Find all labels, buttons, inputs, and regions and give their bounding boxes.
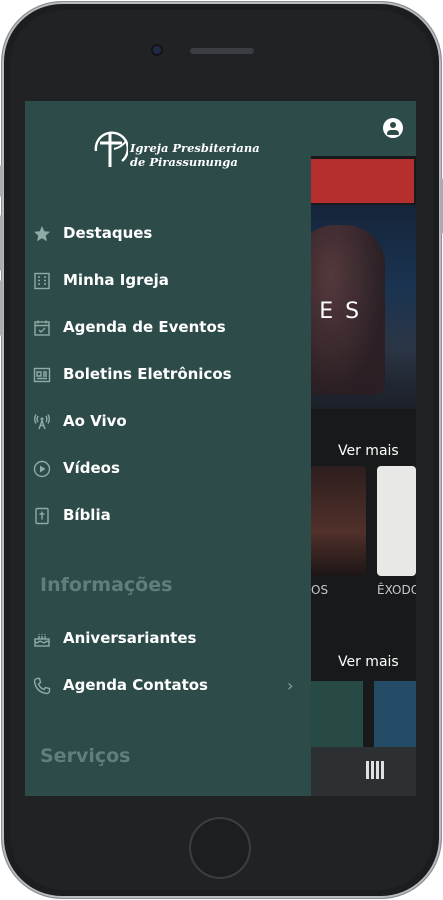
account-circle-icon[interactable] — [383, 118, 403, 138]
thumbnail-label: OS — [311, 583, 329, 597]
menu-item-label: Ao Vivo — [63, 412, 127, 430]
menu-item-minha-igreja[interactable]: Minha Igreja — [25, 263, 311, 299]
content-tile[interactable] — [311, 681, 363, 747]
bible-icon — [35, 507, 49, 525]
phone-volume-up — [0, 215, 3, 271]
menu-item-ao-vivo[interactable]: Ao Vivo — [25, 404, 311, 440]
logo-line-2: de Pirassununga — [130, 155, 238, 169]
chevron-right-icon: › — [287, 676, 294, 695]
phone-icon — [33, 677, 51, 695]
newspaper-icon — [33, 367, 51, 383]
logo-line-1: Igreja Presbiteriana — [130, 141, 260, 155]
front-camera — [153, 46, 161, 54]
logo-text: Igreja Presbiteriana de Pirassununga — [130, 141, 260, 169]
menu-item-label: Minha Igreja — [63, 271, 169, 289]
cake-icon — [34, 633, 50, 647]
section-title-informacoes: Informações — [40, 574, 173, 596]
star-icon — [34, 226, 50, 242]
see-more-link[interactable]: Ver mais — [338, 654, 399, 670]
video-thumbnail[interactable] — [377, 466, 416, 576]
earpiece-speaker — [190, 48, 254, 54]
menu-item-label: Bíblia — [63, 506, 111, 524]
menu-item-biblia[interactable]: Bíblia — [25, 498, 311, 534]
menu-item-label: Destaques — [63, 224, 153, 242]
menu-item-boletins[interactable]: Boletins Eletrônicos — [25, 357, 311, 393]
menu-item-label: Aniversariantes — [63, 629, 197, 647]
qr-code-icon[interactable] — [366, 761, 384, 779]
menu-item-videos[interactable]: Vídeos — [25, 451, 311, 487]
section-title-servicos: Serviços — [40, 745, 131, 767]
broadcast-tower-icon — [34, 414, 50, 430]
navigation-drawer: Igreja Presbiteriana de Pirassununga Des… — [25, 101, 311, 796]
see-more-link[interactable]: Ver mais — [338, 443, 399, 459]
phone-volume-down — [0, 280, 3, 336]
home-button[interactable] — [189, 817, 251, 879]
menu-item-destaques[interactable]: Destaques — [25, 216, 311, 252]
menu-item-aniversariantes[interactable]: Aniversariantes — [25, 621, 311, 657]
calendar-check-icon — [34, 320, 50, 336]
menu-item-agenda-contatos[interactable]: Agenda Contatos › — [25, 668, 311, 704]
menu-item-label: Agenda de Eventos — [63, 318, 226, 336]
thumbnail-label: ÊXODO — [377, 583, 416, 597]
menu-item-label: Agenda Contatos — [63, 676, 208, 694]
cross-logo-icon — [94, 131, 128, 167]
content-tile[interactable] — [374, 681, 416, 747]
menu-item-agenda-eventos[interactable]: Agenda de Eventos — [25, 310, 311, 346]
video-thumbnail[interactable] — [311, 466, 366, 576]
play-circle-icon — [33, 460, 51, 478]
building-icon — [34, 272, 50, 290]
phone-side-button — [0, 165, 3, 197]
menu-item-label: Boletins Eletrônicos — [63, 365, 232, 383]
screen: LES Ver mais OS ÊXODO Ver mais Igreja Pr… — [25, 101, 416, 796]
menu-item-label: Vídeos — [63, 459, 120, 477]
church-logo: Igreja Presbiteriana de Pirassununga — [92, 127, 260, 175]
